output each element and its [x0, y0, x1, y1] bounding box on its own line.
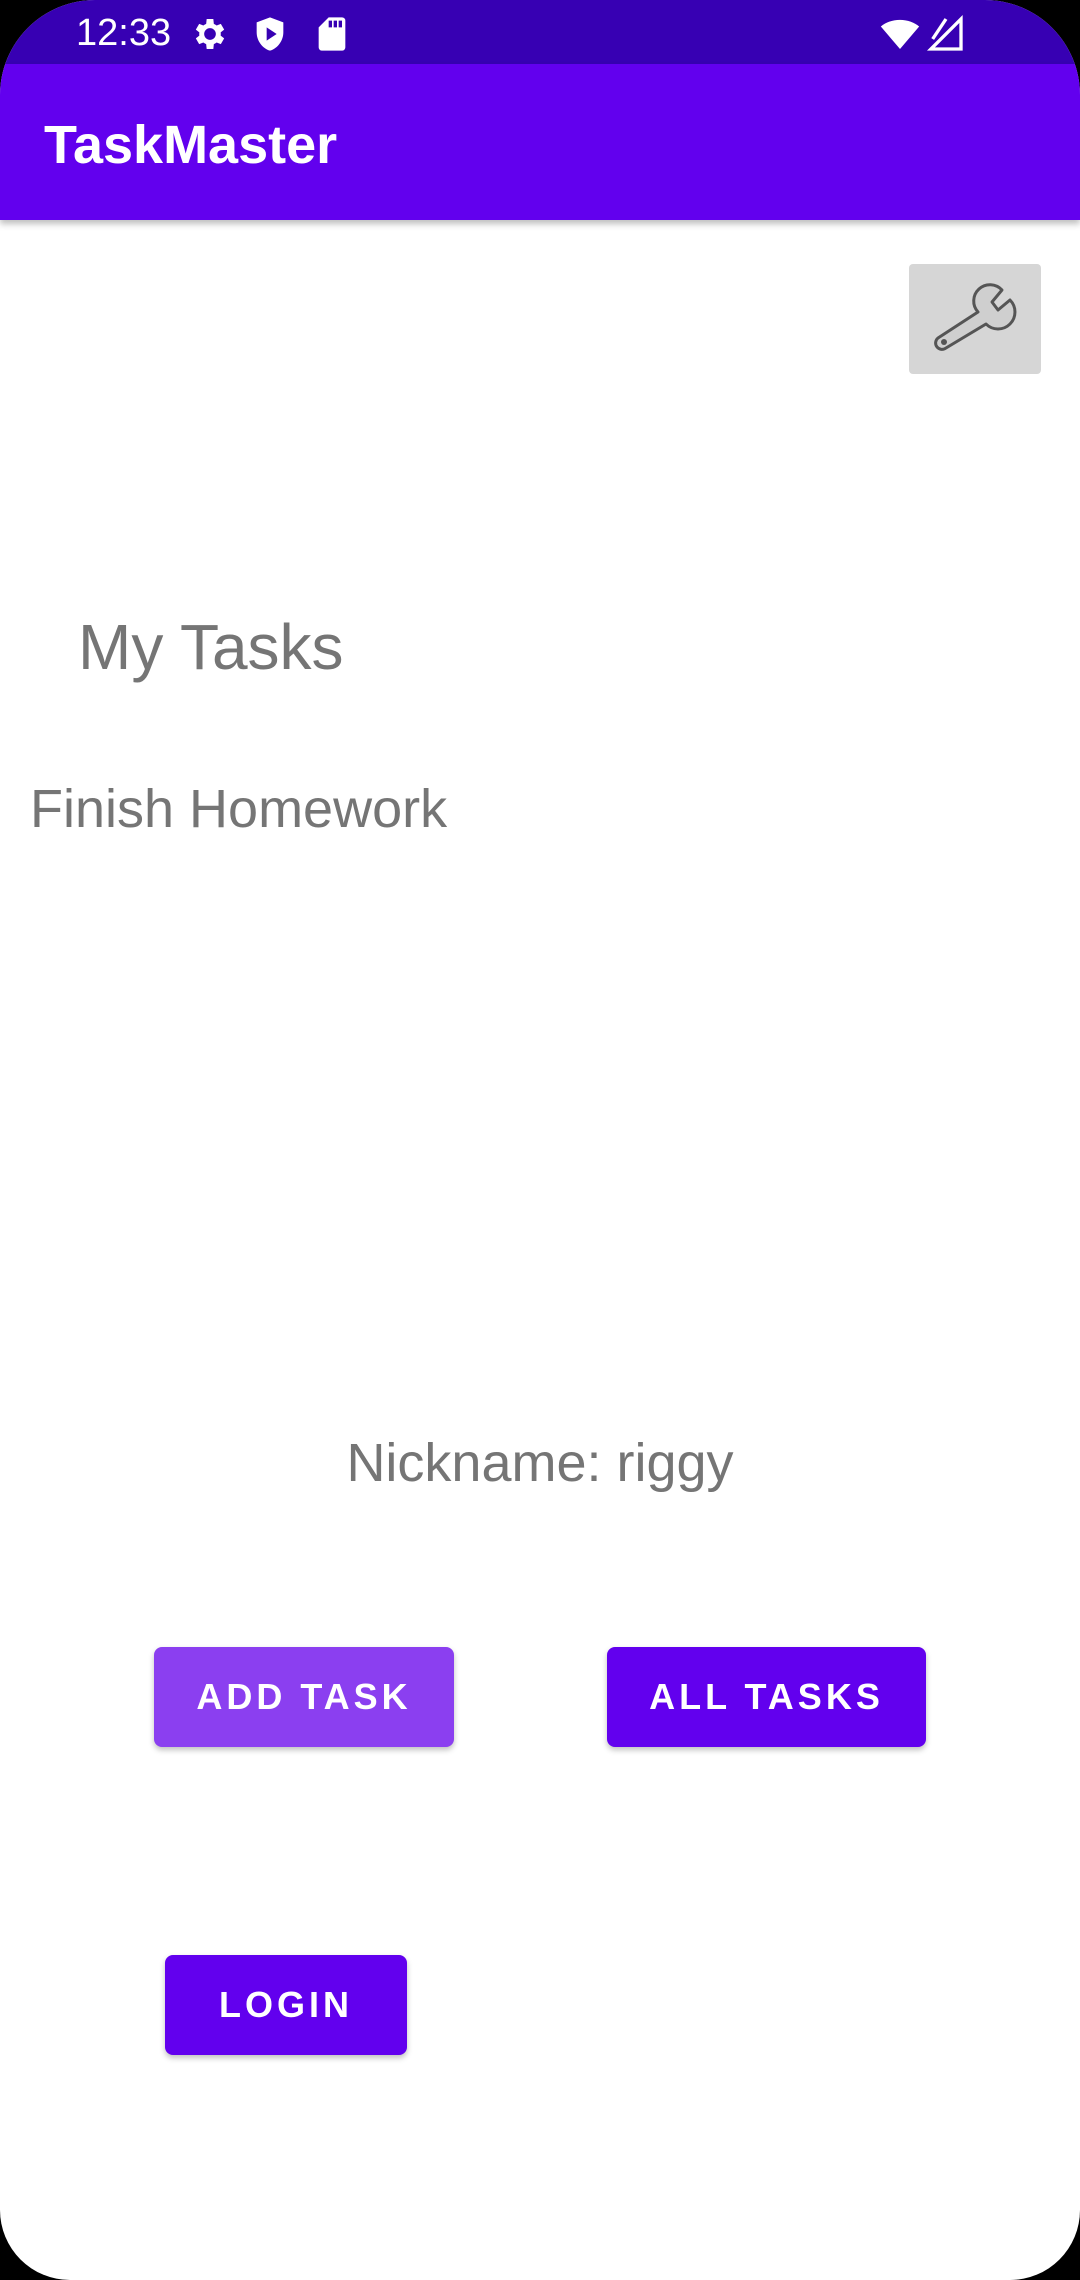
- navigation-bar: [0, 2205, 1080, 2280]
- status-bar: 12:33: [0, 0, 1080, 64]
- status-time: 12:33: [76, 12, 172, 54]
- add-task-button[interactable]: ADD TASK: [154, 1647, 454, 1747]
- shield-play-icon: [250, 14, 290, 54]
- signal-icon: [926, 14, 966, 54]
- wifi-icon: [880, 14, 920, 54]
- gear-icon: [190, 14, 230, 54]
- app-screen: 12:33 TaskMaster My Tasks Finish Homewor…: [0, 0, 1080, 2280]
- page-title: My Tasks: [78, 611, 344, 683]
- task-item[interactable]: Finish Homework: [30, 778, 447, 840]
- app-bar: TaskMaster: [0, 64, 1080, 220]
- nickname-label: Nickname: riggy: [346, 1433, 734, 1493]
- screen-bottom-edge: [0, 2205, 1080, 2280]
- wrench-icon: [930, 282, 1020, 357]
- settings-button[interactable]: [909, 264, 1041, 374]
- gesture-handle[interactable]: [440, 2256, 640, 2263]
- login-button[interactable]: LOGIN: [165, 1955, 407, 2055]
- app-title: TaskMaster: [44, 115, 338, 175]
- sd-card-icon: [312, 14, 352, 54]
- all-tasks-button[interactable]: ALL TASKS: [607, 1647, 926, 1747]
